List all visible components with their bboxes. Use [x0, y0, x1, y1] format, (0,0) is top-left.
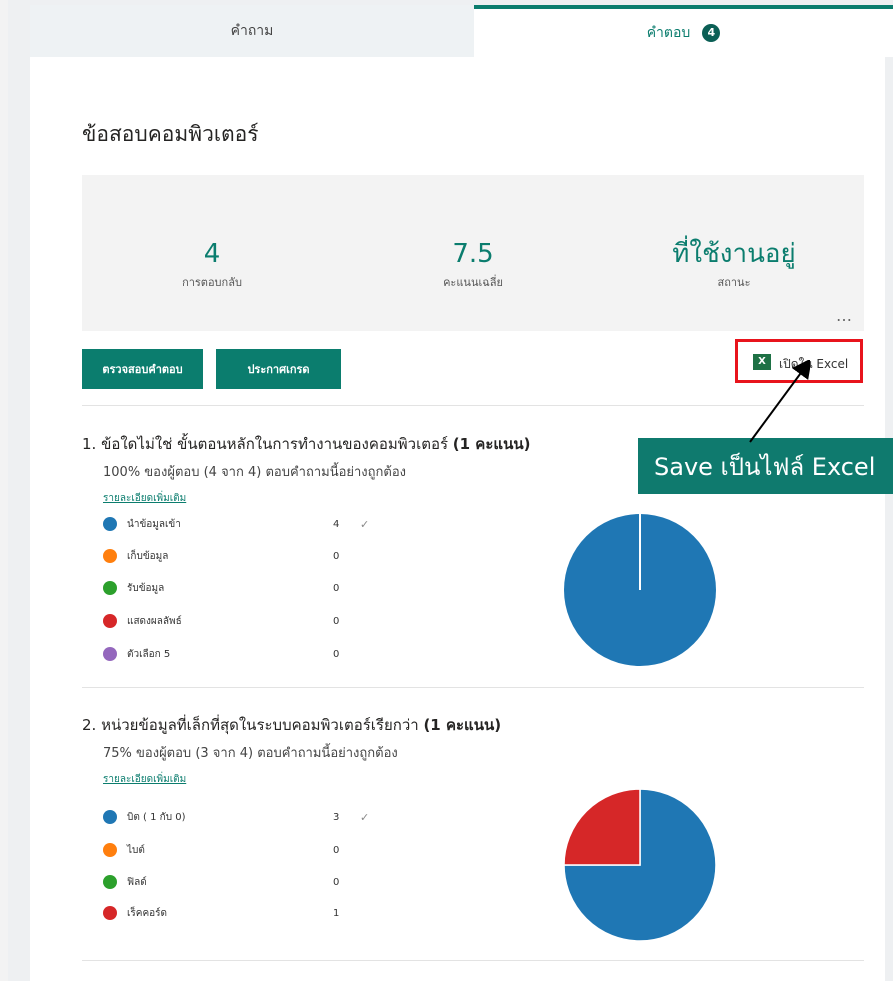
question-1-details-link[interactable]: รายละเอียดเพิ่มเติม	[103, 491, 186, 506]
average-score-stat: 7.5 คะแนนเฉลี่ย	[343, 237, 603, 291]
list-item: ตัวเลือก 5 0	[103, 644, 339, 664]
left-edge	[0, 0, 8, 981]
correct-check-icon: ✓	[360, 810, 370, 824]
option-color-dot	[103, 843, 117, 857]
option-label: แสดงผลลัพธ์	[127, 615, 182, 627]
option-count: 0	[333, 550, 340, 562]
tab-responses[interactable]: คำตอบ 4	[474, 5, 893, 57]
question-2-pie-chart	[563, 788, 717, 942]
responses-stat: 4 การตอบกลับ	[82, 237, 342, 291]
option-count: 0	[333, 844, 340, 856]
question-2-details-link[interactable]: รายละเอียดเพิ่มเติม	[103, 772, 186, 787]
option-label: ตัวเลือก 5	[127, 648, 171, 660]
option-count: 0	[333, 615, 340, 627]
question-1-points: (1 คะแนน)	[452, 435, 531, 453]
option-count: 0	[333, 582, 340, 594]
tab-questions[interactable]: คำถาม	[30, 5, 474, 57]
option-color-dot	[103, 647, 117, 661]
option-color-dot	[103, 614, 117, 628]
correct-check-icon: ✓	[360, 517, 370, 531]
responses-value: 4	[203, 239, 221, 269]
average-score-label: คะแนนเฉลี่ย	[443, 276, 503, 289]
list-item: บิต ( 1 กับ 0) 3 ✓	[103, 807, 369, 827]
question-1-title: 1. ข้อใดไม่ใช่ ขั้นตอนหลักในการทำงานของค…	[82, 432, 530, 456]
option-count: 1	[333, 907, 340, 919]
responses-count-badge: 4	[702, 24, 721, 42]
option-label: เร็คคอร์ด	[127, 907, 168, 919]
option-count: 0	[333, 648, 340, 660]
question-1-summary: 100% ของผู้ตอบ (4 จาก 4) ตอบคำถามนี้อย่า…	[103, 465, 406, 480]
option-count: 4	[333, 518, 340, 530]
list-item: แสดงผลลัพธ์ 0	[103, 611, 339, 631]
annotation-arrow	[749, 360, 810, 443]
question-2-text: หน่วยข้อมูลที่เล็กที่สุดในระบบคอมพิวเตอร…	[101, 716, 419, 734]
option-label: เก็บข้อมูล	[127, 550, 169, 562]
list-item: รับข้อมูล 0	[103, 578, 339, 598]
average-score-value: 7.5	[452, 239, 494, 269]
option-color-dot	[103, 810, 117, 824]
summary-panel: 4 การตอบกลับ 7.5 คะแนนเฉลี่ย ที่ใช้งานอย…	[82, 175, 864, 331]
option-label: รับข้อมูล	[127, 582, 165, 594]
question-1-text: ข้อใดไม่ใช่ ขั้นตอนหลักในการทำงานของคอมพ…	[101, 435, 449, 453]
question-2-number: 2.	[82, 716, 97, 734]
pie-slice	[563, 788, 641, 866]
question-1-number: 1.	[82, 435, 97, 453]
option-label: บิต ( 1 กับ 0)	[127, 811, 186, 823]
option-count: 0	[333, 876, 340, 888]
question-2-title: 2. หน่วยข้อมูลที่เล็กที่สุดในระบบคอมพิวเ…	[82, 713, 501, 737]
divider	[82, 960, 864, 961]
status-stat: ที่ใช้งานอยู่ สถานะ	[604, 237, 864, 291]
option-count: 3	[333, 811, 340, 823]
form-title: ข้อสอบคอมพิวเตอร์	[82, 122, 259, 146]
status-label: สถานะ	[717, 276, 751, 289]
tab-questions-label: คำถาม	[230, 23, 274, 39]
option-label: ไบต์	[127, 844, 145, 856]
question-2-summary: 75% ของผู้ตอบ (3 จาก 4) ตอบคำถามนี้อย่าง…	[103, 746, 398, 761]
option-color-dot	[103, 549, 117, 563]
option-color-dot	[103, 875, 117, 889]
post-scores-button[interactable]: ประกาศเกรด	[216, 349, 341, 389]
list-item: เก็บข้อมูล 0	[103, 546, 339, 566]
review-answers-button[interactable]: ตรวจสอบคำตอบ	[82, 349, 203, 389]
option-color-dot	[103, 906, 117, 920]
option-color-dot	[103, 517, 117, 531]
option-label: ฟิลด์	[127, 876, 147, 888]
option-label: นำข้อมูลเข้า	[127, 518, 181, 530]
list-item: ไบต์ 0	[103, 840, 339, 860]
more-options-icon[interactable]: …	[836, 306, 854, 325]
responses-label: การตอบกลับ	[182, 276, 242, 289]
list-item: เร็คคอร์ด 1	[103, 903, 339, 923]
question-2-points: (1 คะแนน)	[423, 716, 502, 734]
list-item: ฟิลด์ 0	[103, 872, 339, 892]
tab-responses-label: คำตอบ	[646, 25, 691, 41]
arrow-line	[749, 360, 810, 443]
option-color-dot	[103, 581, 117, 595]
status-value: ที่ใช้งานอยู่	[672, 239, 796, 269]
divider	[82, 687, 864, 688]
list-item: นำข้อมูลเข้า 4 ✓	[103, 514, 369, 534]
question-1-pie-chart	[564, 514, 716, 666]
